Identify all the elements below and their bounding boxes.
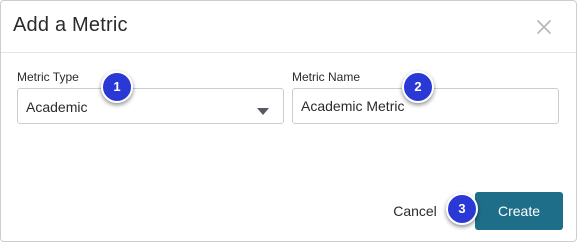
- dialog-title: Add a Metric: [13, 14, 128, 36]
- metric-type-value: Academic: [26, 99, 88, 115]
- step-marker-1: 1: [101, 71, 133, 103]
- metric-type-label: Metric Type: [17, 70, 79, 84]
- add-metric-dialog: Add a Metric Metric Type Academic Metric…: [0, 0, 578, 242]
- dialog-header: Add a Metric: [1, 1, 578, 53]
- step-marker-3: 3: [446, 193, 478, 225]
- cancel-button[interactable]: Cancel: [386, 194, 444, 228]
- metric-name-label: Metric Name: [292, 70, 361, 84]
- create-button[interactable]: Create: [475, 192, 563, 230]
- caret-down-icon: [257, 103, 269, 115]
- close-icon[interactable]: [532, 15, 556, 39]
- metric-type-select[interactable]: Academic: [17, 88, 284, 124]
- step-marker-2: 2: [402, 71, 434, 103]
